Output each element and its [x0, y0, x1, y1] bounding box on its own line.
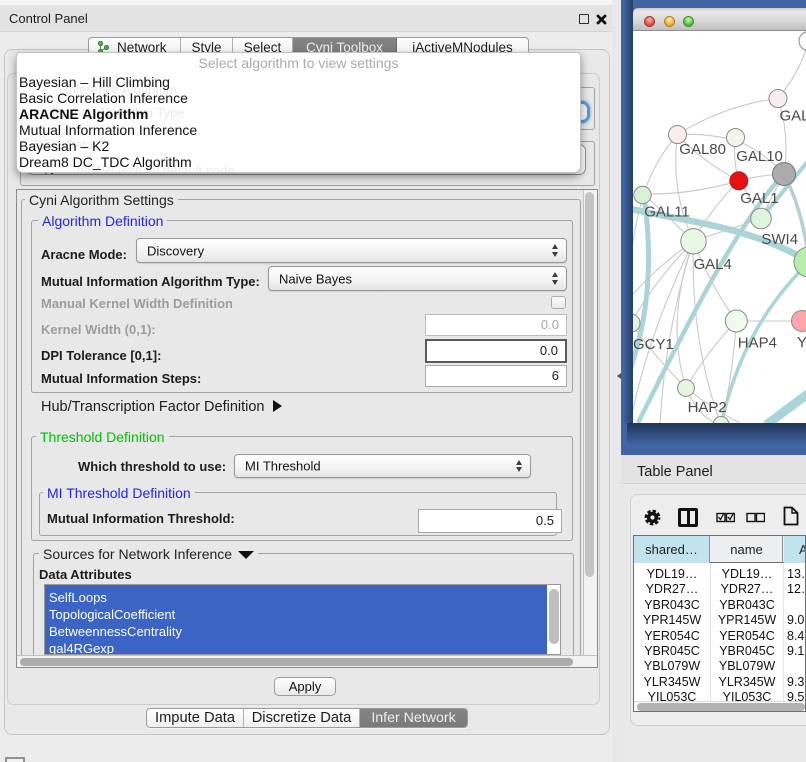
svg-text:HAP2: HAP2: [688, 399, 727, 416]
svg-text:GAL10: GAL10: [736, 148, 783, 165]
svg-text:GCY1: GCY1: [633, 336, 674, 353]
svg-text:GAL8: GAL8: [780, 108, 806, 125]
svg-text:GAL11: GAL11: [644, 204, 690, 221]
svg-text:GAL1: GAL1: [740, 190, 778, 207]
svg-text:Y: Y: [797, 334, 806, 351]
svg-text:HAP4: HAP4: [738, 335, 777, 352]
svg-text:GAL4: GAL4: [694, 256, 732, 273]
svg-text:GAL80: GAL80: [679, 141, 726, 158]
svg-text:SWI4: SWI4: [761, 231, 798, 248]
